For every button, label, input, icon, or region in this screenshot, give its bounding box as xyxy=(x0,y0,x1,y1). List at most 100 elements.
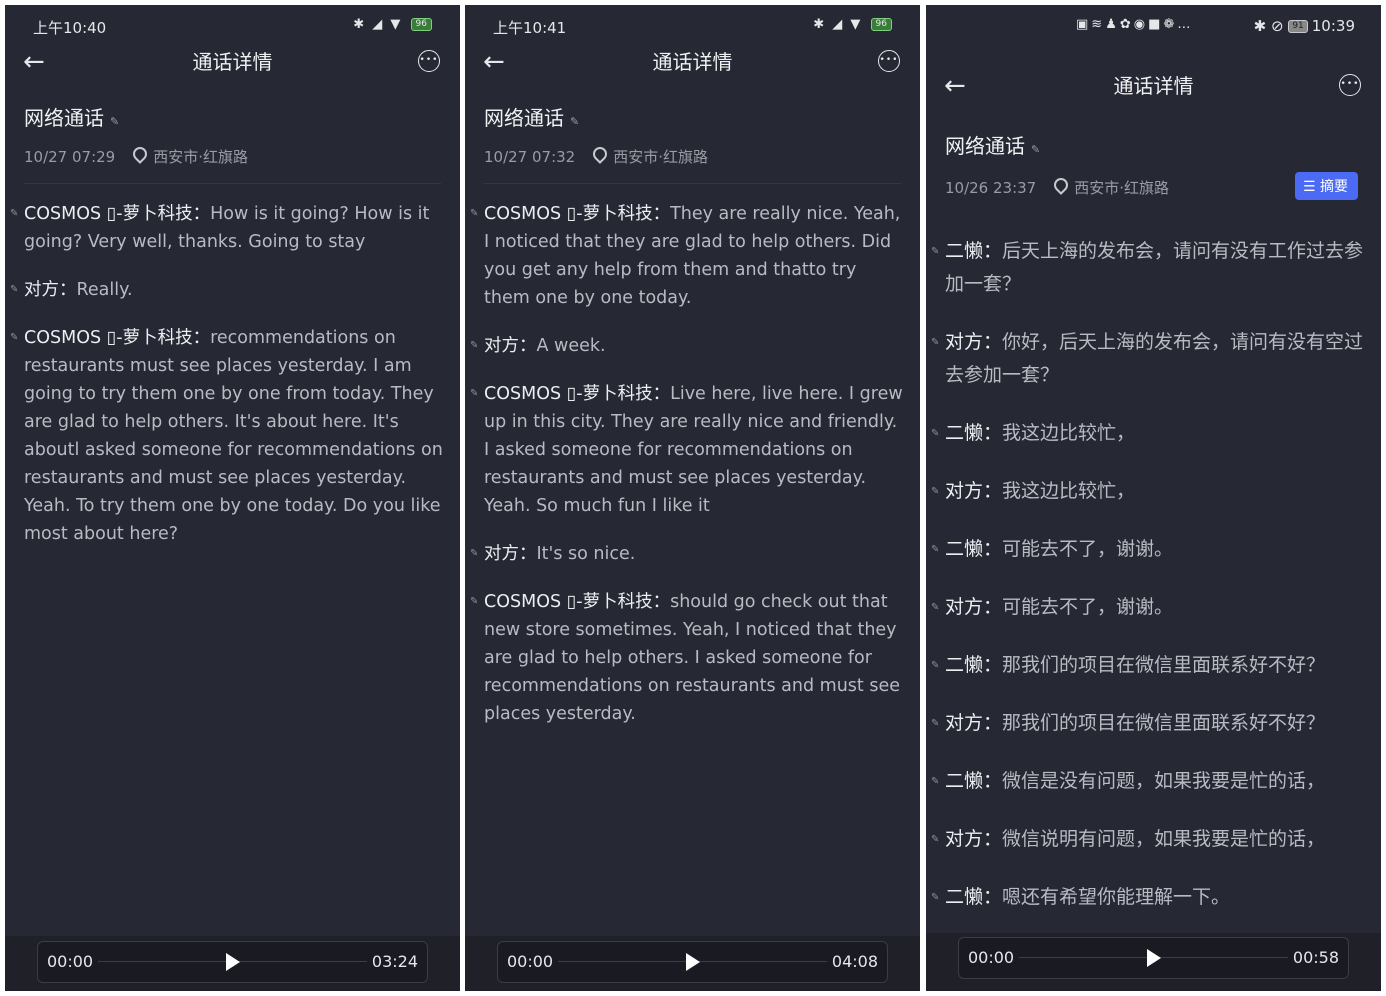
play-icon[interactable] xyxy=(1146,949,1161,967)
turn-text: 可能去不了，谢谢。 xyxy=(1002,538,1174,560)
player-current-time: 00:00 xyxy=(47,952,94,971)
speaker-label: 二懒： xyxy=(945,538,1003,560)
call-datetime: 10/27 07:32 xyxy=(484,148,576,166)
edit-pencil-icon[interactable]: ✎ xyxy=(110,115,119,128)
wechat-icon: ❁ xyxy=(1163,17,1178,32)
transcript-turn[interactable]: ✎ 二懒：那我们的项目在微信里面联系好不好？ xyxy=(926,649,1381,682)
edit-pencil-icon[interactable]: ✎ xyxy=(570,115,579,128)
divider xyxy=(24,183,441,184)
speaker-marker-icon: ✎ xyxy=(931,486,940,497)
audio-player: 00:00 04:08 xyxy=(497,941,888,983)
speaker-marker-icon: ✎ xyxy=(931,834,940,845)
speaker-label: 二懒： xyxy=(945,770,1003,792)
transcript-turn[interactable]: ✎ COSMOS ▯-萝卜科技：should go check out that … xyxy=(465,588,920,728)
signal-icon: ◢ xyxy=(372,17,385,32)
speaker-marker-icon: ✎ xyxy=(470,596,479,607)
speaker-label: 二懒： xyxy=(945,240,1003,262)
call-title-text: 网络通话 xyxy=(24,106,104,130)
transcript-turn[interactable]: ✎ 对方：It's so nice. xyxy=(465,540,920,568)
more-options-icon[interactable]: ••• xyxy=(418,50,440,72)
turn-text: 我这边比较忙， xyxy=(1002,422,1136,444)
transcript-turn[interactable]: ✎ 二懒：可能去不了，谢谢。 xyxy=(926,533,1381,566)
call-title: 网络通话 ✎ xyxy=(945,130,1040,159)
transcript-turn[interactable]: ✎ 对方：那我们的项目在微信里面联系好不好？ xyxy=(926,707,1381,740)
transcript-turn[interactable]: ✎ COSMOS ▯-萝卜科技：They are really nice. Yea… xyxy=(465,200,920,312)
signal-icon: ◢ xyxy=(832,17,845,32)
player-duration: 00:58 xyxy=(1292,948,1339,967)
transcript: ✎ 二懒：后天上海的发布会，请问有没有工作过去参加一套？ ✎ 对方：你好，后天上海的… xyxy=(926,235,1381,939)
page-title: 通话详情 xyxy=(1113,74,1194,98)
edit-pencil-icon[interactable]: ✎ xyxy=(1031,143,1040,156)
bluetooth-icon: ✱ xyxy=(353,17,367,32)
player-duration: 03:24 xyxy=(371,952,418,971)
player-duration: 04:08 xyxy=(831,952,878,971)
speaker-label: 二懒： xyxy=(945,654,1003,676)
call-title: 网络通话 ✎ xyxy=(484,102,579,131)
status-icons: ✱ ◢ ▼ 96 xyxy=(813,17,892,32)
location-pin-icon xyxy=(1051,175,1072,195)
transcript-turn[interactable]: ✎ COSMOS ▯-萝卜科技：recommendations on restau… xyxy=(5,324,460,548)
more-options-icon[interactable]: ••• xyxy=(878,50,900,72)
player-current-time: 00:00 xyxy=(507,952,554,971)
speaker-label: 对方： xyxy=(945,331,1003,353)
header: ← 通话详情 ••• xyxy=(926,71,1381,101)
location-pin-icon xyxy=(130,144,151,164)
speaker-marker-icon: ✎ xyxy=(931,602,940,613)
transcript-turn[interactable]: ✎ 对方：A week. xyxy=(465,332,920,360)
speaker-label: COSMOS ▯-萝卜科技： xyxy=(24,328,211,348)
status-time: 上午10:40 xyxy=(33,19,107,37)
call-meta: 10/27 07:29 西安市·红旗路 xyxy=(24,144,248,167)
speaker-marker-icon: ✎ xyxy=(10,208,19,219)
speaker-marker-icon: ✎ xyxy=(931,246,940,257)
speaker-marker-icon: ✎ xyxy=(470,548,479,559)
speaker-marker-icon: ✎ xyxy=(10,332,19,343)
audio-player: 00:00 00:58 xyxy=(958,937,1349,979)
transcript-turn[interactable]: ✎ 对方：Really. xyxy=(5,276,460,304)
player-current-time: 00:00 xyxy=(968,948,1015,967)
turn-text: Really. xyxy=(76,280,133,300)
transcript-turn[interactable]: ✎ COSMOS ▯-萝卜科技：Live here, live here. I g… xyxy=(465,380,920,520)
turn-text: 微信是没有问题，如果我要是忙的话， xyxy=(1002,770,1326,792)
turn-text: 那我们的项目在微信里面联系好不好？ xyxy=(1002,654,1326,676)
battery-icon: 91 xyxy=(1288,20,1308,33)
transcript-turn[interactable]: ✎ 对方：可能去不了，谢谢。 xyxy=(926,591,1381,624)
summary-button[interactable]: ☰ 摘要 xyxy=(1294,172,1358,200)
speaker-label: 对方： xyxy=(945,480,1003,502)
transcript-turn[interactable]: ✎ 二懒：嗯还有希望你能理解一下。 xyxy=(926,881,1381,914)
transcript-turn[interactable]: ✎ 对方：微信说明有问题，如果我要是忙的话， xyxy=(926,823,1381,856)
transcript-turn[interactable]: ✎ 二懒：后天上海的发布会，请问有没有工作过去参加一套？ xyxy=(926,235,1381,301)
speaker-marker-icon: ✎ xyxy=(10,284,19,295)
call-meta: 10/26 23:37 西安市·红旗路 xyxy=(945,175,1169,198)
transcript-turn[interactable]: ✎ 对方：我这边比较忙， xyxy=(926,475,1381,508)
transcript-turn[interactable]: ✎ 对方：你好，后天上海的发布会，请问有没有空过去参加一套？ xyxy=(926,326,1381,392)
app-icon: ✿ xyxy=(1119,17,1134,32)
speaker-label: COSMOS ▯-萝卜科技： xyxy=(484,384,671,404)
call-datetime: 10/27 07:29 xyxy=(24,148,116,166)
red-app-icon: ■ xyxy=(1148,17,1164,32)
turn-text: 嗯还有希望你能理解一下。 xyxy=(1002,886,1231,908)
speaker-marker-icon: ✎ xyxy=(470,388,479,399)
divider xyxy=(484,183,901,184)
status-icons: ✱ ◢ ▼ 96 xyxy=(353,17,432,32)
more-options-icon[interactable]: ••• xyxy=(1339,74,1361,96)
play-icon[interactable] xyxy=(685,953,700,971)
turn-text: 微信说明有问题，如果我要是忙的话， xyxy=(1002,828,1326,850)
call-title: 网络通话 ✎ xyxy=(24,102,119,131)
transcript-turn[interactable]: ✎ 二懒：我这边比较忙， xyxy=(926,417,1381,450)
call-meta: 10/27 07:32 西安市·红旗路 xyxy=(484,144,709,167)
wifi-icon: ≋ xyxy=(1091,17,1106,32)
status-time: 上午10:41 xyxy=(493,19,567,37)
turn-text: recommendations on restaurants must see … xyxy=(24,328,443,544)
transcript: ✎ COSMOS ▯-萝卜科技：How is it going? How is i… xyxy=(5,200,460,568)
notification-icons: ▣≋♟✿◉■❁… xyxy=(1076,17,1193,32)
page-title: 通话详情 xyxy=(652,50,733,74)
status-right: ✱ ⊘ 91 10:39 xyxy=(1254,17,1355,35)
transcript-turn[interactable]: ✎ 二懒：微信是没有问题，如果我要是忙的话， xyxy=(926,765,1381,798)
status-bar: 上午10:40 ✱ ◢ ▼ 96 xyxy=(5,15,460,39)
status-bar: 上午10:41 ✱ ◢ ▼ 96 xyxy=(465,15,920,39)
battery-icon: 96 xyxy=(870,18,892,31)
play-icon[interactable] xyxy=(225,953,240,971)
transcript-turn[interactable]: ✎ COSMOS ▯-萝卜科技：How is it going? How is i… xyxy=(5,200,460,256)
call-detail-screen-3: ▣≋♟✿◉■❁… ✱ ⊘ 91 10:39 ← 通话详情 ••• 网络通话 ✎ 10… xyxy=(926,5,1381,991)
call-location: 西安市·红旗路 xyxy=(613,148,709,166)
